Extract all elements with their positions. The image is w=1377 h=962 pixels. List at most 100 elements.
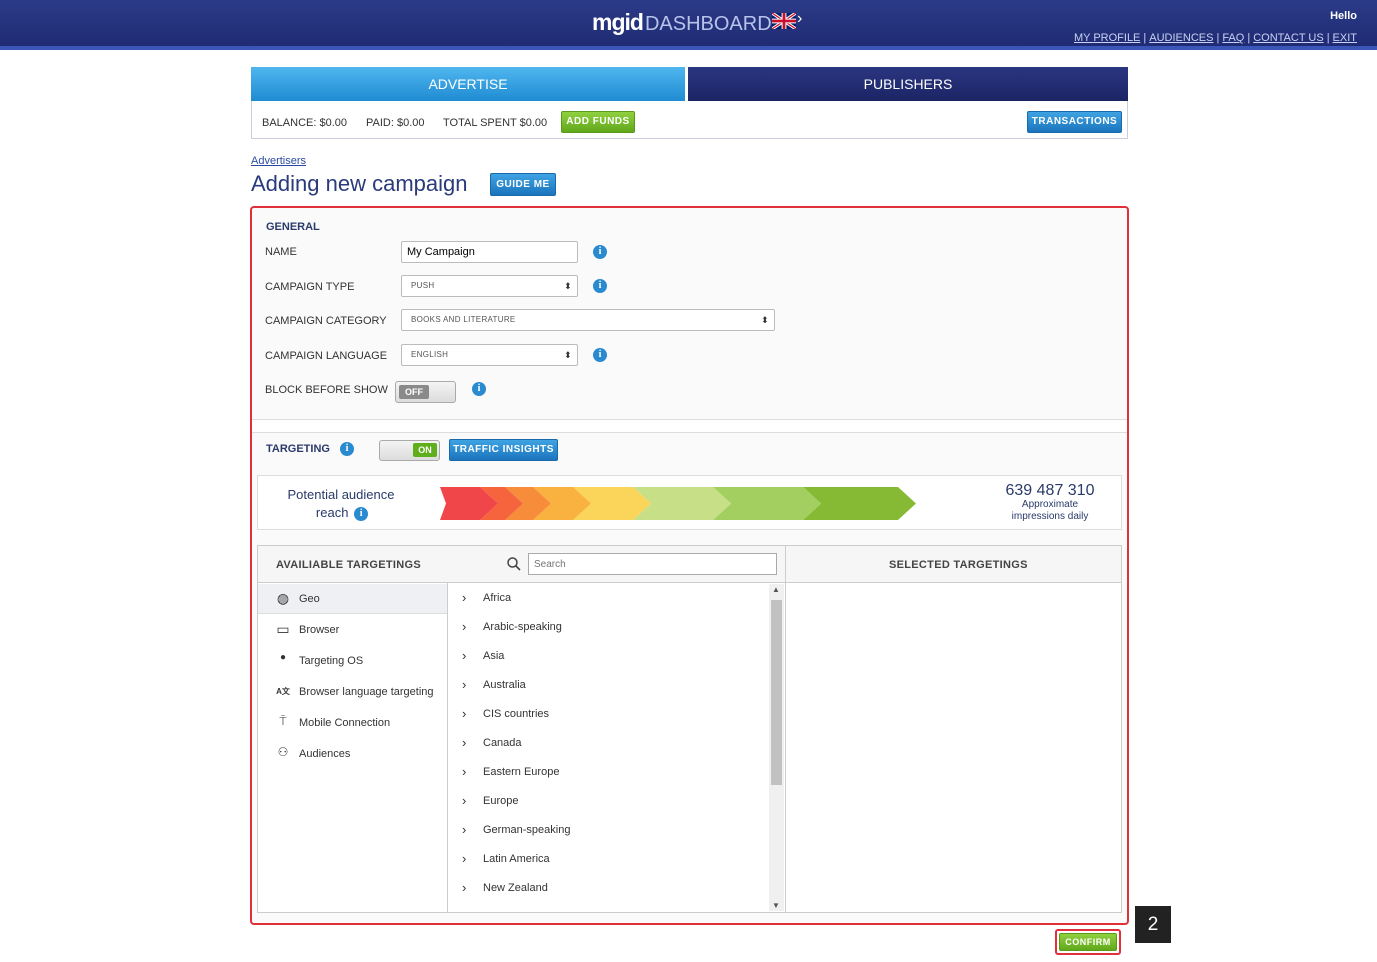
- targeting-category-targeting-os[interactable]: ● Targeting OS: [258, 646, 447, 676]
- campaign-name-input[interactable]: [401, 241, 578, 263]
- scroll-up-icon[interactable]: ▲: [772, 585, 780, 594]
- confirm-button[interactable]: CONFIRM: [1059, 933, 1117, 951]
- region-label: Arabic-speaking: [483, 621, 562, 633]
- select-arrows-icon: ⬍: [761, 315, 769, 325]
- region-item[interactable]: › Canada: [448, 730, 768, 759]
- reach-info-icon[interactable]: i: [354, 507, 369, 521]
- globe-icon: ◍: [276, 590, 290, 606]
- region-item[interactable]: › Arabic-speaking: [448, 614, 768, 643]
- targeting-category-label: Geo: [299, 593, 320, 605]
- my-profile-link[interactable]: MY PROFILE: [1074, 32, 1140, 44]
- chevron-right-icon[interactable]: ›: [462, 706, 466, 721]
- campaign-category-select[interactable]: BOOKS AND LITERATURE ⬍: [401, 309, 775, 331]
- region-item[interactable]: › Latin America: [448, 846, 768, 875]
- region-label: Canada: [483, 737, 522, 749]
- campaign-language-select[interactable]: ENGLISH ⬍: [401, 344, 578, 366]
- chevron-right-icon[interactable]: ›: [462, 851, 466, 866]
- chevron-right-icon[interactable]: ›: [462, 880, 466, 895]
- region-label: Asia: [483, 650, 505, 662]
- exit-link[interactable]: EXIT: [1333, 32, 1357, 44]
- campaign-type-select[interactable]: PUSH ⬍: [401, 275, 578, 297]
- traffic-insights-button[interactable]: TRAFFIC INSIGHTS: [449, 439, 558, 461]
- region-item[interactable]: › Australia: [448, 672, 768, 701]
- targeting-category-audiences[interactable]: ⚇ Audiences: [258, 739, 447, 769]
- breadcrumb[interactable]: Advertisers: [251, 155, 306, 167]
- balance: BALANCE: $0.00: [262, 117, 348, 129]
- campaign-language-info-icon[interactable]: i: [593, 348, 607, 362]
- browser-window-icon: ▭: [276, 621, 290, 637]
- targeting-category-label: Browser language targeting: [299, 686, 434, 698]
- general-heading: GENERAL: [266, 221, 320, 233]
- tab-advertise[interactable]: ADVERTISE: [251, 67, 685, 101]
- uk-flag-icon[interactable]: [772, 13, 796, 29]
- name-info-icon[interactable]: i: [593, 245, 607, 259]
- chevron-right-icon[interactable]: ›: [462, 735, 466, 750]
- antenna-icon: ⍑: [279, 714, 287, 728]
- block-before-show-label: BLOCK BEFORE SHOW: [265, 384, 388, 396]
- region-item[interactable]: › Africa: [448, 585, 768, 614]
- targeting-search-input[interactable]: [528, 553, 777, 575]
- block-before-show-toggle[interactable]: OFF: [395, 381, 456, 403]
- search-icon[interactable]: [507, 557, 521, 571]
- guide-me-button[interactable]: GUIDE ME: [490, 173, 556, 196]
- region-label: Africa: [483, 592, 512, 604]
- targeting-category-label: Browser: [299, 624, 340, 636]
- reach-meter: [440, 487, 916, 520]
- top-header: mgid DASHBOARD › Hello MY PROFILE | AUDIENC…: [0, 0, 1377, 50]
- region-item[interactable]: › Asia: [448, 643, 768, 672]
- region-item[interactable]: › New Zealand: [448, 875, 768, 904]
- step-badge: 2: [1135, 906, 1171, 943]
- chevron-right-icon[interactable]: ›: [462, 677, 466, 692]
- language-icon: A文: [276, 687, 290, 696]
- targeting-info-icon[interactable]: i: [340, 442, 354, 456]
- audiences-link[interactable]: AUDIENCES: [1149, 32, 1213, 44]
- region-label: Latin America: [483, 853, 550, 865]
- region-scrollbar[interactable]: ▲ ▼: [769, 584, 784, 911]
- targeting-category-label: Audiences: [299, 748, 351, 760]
- targeting-heading: TARGETING: [266, 443, 330, 455]
- region-label: Australia: [483, 679, 526, 691]
- chevron-right-icon[interactable]: ›: [462, 619, 466, 634]
- targetings-header: AVAILIABLE TARGETINGS SELECTED TARGETING…: [258, 546, 1121, 583]
- scroll-thumb[interactable]: [771, 600, 782, 785]
- targeting-toggle[interactable]: ON: [379, 440, 440, 461]
- targeting-category-mobile-connection[interactable]: ⍑ Mobile Connection: [258, 708, 447, 738]
- targetings-panel: AVAILIABLE TARGETINGS SELECTED TARGETING…: [257, 545, 1122, 913]
- paid: PAID: $0.00: [366, 117, 425, 129]
- chevron-right-icon[interactable]: ›: [462, 590, 466, 605]
- region-item[interactable]: › CIS countries: [448, 701, 768, 730]
- targeting-category-browser[interactable]: ▭ Browser: [258, 615, 447, 645]
- tab-publishers[interactable]: PUBLISHERS: [688, 67, 1128, 101]
- mgid-logo[interactable]: mgid DASHBOARD: [592, 9, 772, 36]
- select-arrows-icon: ⬍: [564, 350, 572, 360]
- chevron-right-icon[interactable]: ›: [462, 764, 466, 779]
- campaign-type-info-icon[interactable]: i: [593, 279, 607, 293]
- campaign-type-label: CAMPAIGN TYPE: [265, 281, 355, 293]
- targeting-category-geo[interactable]: ◍ Geo: [258, 584, 447, 614]
- chevron-right-icon[interactable]: ›: [462, 793, 466, 808]
- reach-number: 639 487 310: [1005, 482, 1095, 499]
- faq-link[interactable]: FAQ: [1222, 32, 1244, 44]
- region-item[interactable]: › Europe: [448, 788, 768, 817]
- transactions-button[interactable]: TRANSACTIONS: [1027, 111, 1122, 133]
- region-item[interactable]: › Eastern Europe: [448, 759, 768, 788]
- campaign-category-label: CAMPAIGN CATEGORY: [265, 315, 387, 327]
- region-label: New Zealand: [483, 882, 548, 894]
- select-arrows-icon: ⬍: [564, 281, 572, 291]
- targeting-category-browser-language-targeting[interactable]: A文 Browser language targeting: [258, 677, 447, 707]
- chevron-right-icon[interactable]: ›: [462, 648, 466, 663]
- region-item[interactable]: › German-speaking: [448, 817, 768, 846]
- language-chevron-icon[interactable]: ›: [797, 10, 802, 28]
- targeting-category-label: Mobile Connection: [299, 717, 391, 729]
- region-label: Eastern Europe: [483, 766, 560, 778]
- potential-reach-panel: Potential audience reach i 639 487 310 A…: [257, 475, 1122, 530]
- chevron-right-icon[interactable]: ›: [462, 822, 466, 837]
- scroll-down-icon[interactable]: ▼: [772, 901, 780, 910]
- block-before-show-info-icon[interactable]: i: [472, 382, 486, 396]
- add-funds-button[interactable]: ADD FUNDS: [561, 111, 635, 133]
- total-spent: TOTAL SPENT $0.00: [443, 117, 548, 129]
- greeting: Hello: [1330, 10, 1357, 22]
- region-label: German-speaking: [483, 824, 571, 836]
- apple-icon: ●: [279, 652, 287, 663]
- contact-us-link[interactable]: CONTACT US: [1253, 32, 1324, 44]
